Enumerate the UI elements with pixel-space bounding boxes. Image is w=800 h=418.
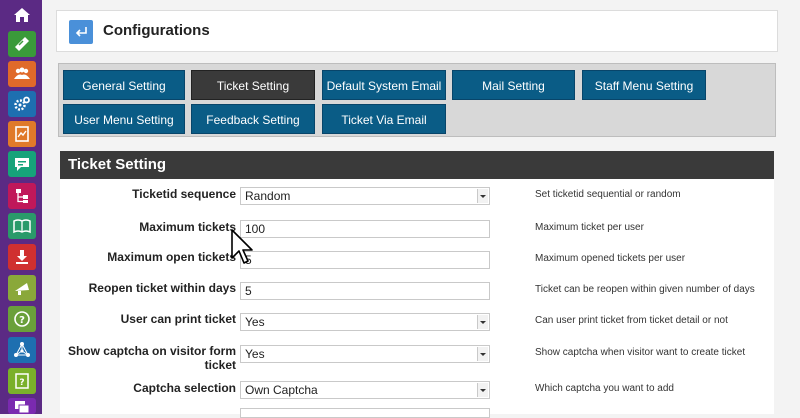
setting-help: Maximum opened tickets per user [535,253,686,264]
page-title: Configurations [103,22,210,39]
setting-label: Ticketid sequence [132,187,236,201]
announcement-icon[interactable] [8,275,36,301]
home-icon[interactable] [8,2,36,28]
setting-help: Ticket can be reopen within given number… [535,284,755,295]
select-value: Yes [245,347,265,361]
gear-icon[interactable] [8,91,36,117]
tab-general-setting[interactable]: General Setting [63,70,185,100]
ticketid-sequence-select[interactable]: Random [240,187,490,205]
setting-label: Maximum open tickets [107,250,236,264]
faq-icon[interactable]: ? [8,368,36,394]
user-print-ticket-select[interactable]: Yes [240,313,490,331]
tab-ticket-setting[interactable]: Ticket Setting [191,70,315,100]
mouse-pointer-icon [231,229,253,264]
download-icon[interactable] [8,244,36,270]
settings-tabs: General Setting Ticket Setting Default S… [58,63,776,137]
setting-label: Maximum tickets [139,220,236,234]
svg-text:?: ? [19,378,24,388]
maximum-tickets-input[interactable]: 100 [240,220,490,238]
tab-mail-setting[interactable]: Mail Setting [452,70,575,100]
select-value: Yes [245,315,265,329]
ticket-icon[interactable] [8,31,36,57]
ticket-setting-section: Ticket Setting Ticketid sequence Random … [60,151,774,418]
tab-user-menu-setting[interactable]: User Menu Setting [63,104,185,134]
setting-help: Maximum ticket per user [535,222,644,233]
chevron-down-icon [477,315,488,329]
setting-help: Which captcha you want to add [535,383,674,394]
tab-staff-menu-setting[interactable]: Staff Menu Setting [582,70,706,100]
help-icon[interactable]: ? [8,306,36,332]
back-button[interactable] [69,20,93,44]
maximum-open-tickets-input[interactable]: 5 [240,251,490,269]
chevron-down-icon [477,347,488,361]
tab-feedback-setting[interactable]: Feedback Setting [191,104,315,134]
setting-label: User can print ticket [120,312,236,326]
tab-ticket-via-email[interactable]: Ticket Via Email [322,104,446,134]
select-value: Own Captcha [245,383,318,397]
network-icon[interactable] [8,337,36,363]
chevron-down-icon [477,189,488,203]
page-header: Configurations [56,10,778,52]
visitor-captcha-select[interactable]: Yes [240,345,490,363]
chat-icon[interactable] [8,151,36,177]
captcha-selection-select[interactable]: Own Captcha [240,381,490,399]
book-icon[interactable] [8,213,36,239]
section-title: Ticket Setting [60,151,774,179]
sidebar: ? ? [0,0,42,414]
setting-help: Can user print ticket from ticket detail… [535,315,728,326]
next-setting-field[interactable] [240,408,490,418]
setting-help: Set ticketid sequential or random [535,189,681,200]
back-arrow-icon [75,27,87,37]
users-icon[interactable] [8,61,36,87]
messages-icon[interactable] [8,398,36,414]
select-value: Random [245,189,291,203]
report-icon[interactable] [8,121,36,147]
tab-default-system-email[interactable]: Default System Email [322,70,446,100]
setting-label: Reopen ticket within days [88,281,236,295]
chevron-down-icon [477,383,488,397]
setting-label: Show captcha on visitor form ticket [67,344,236,372]
hierarchy-icon[interactable] [8,183,36,209]
reopen-days-input[interactable]: 5 [240,282,490,300]
setting-help: Show captcha when visitor want to create… [535,347,746,358]
main-content: Configurations General Setting Ticket Se… [42,0,800,418]
setting-label: Captcha selection [133,381,236,395]
svg-text:?: ? [19,315,25,326]
